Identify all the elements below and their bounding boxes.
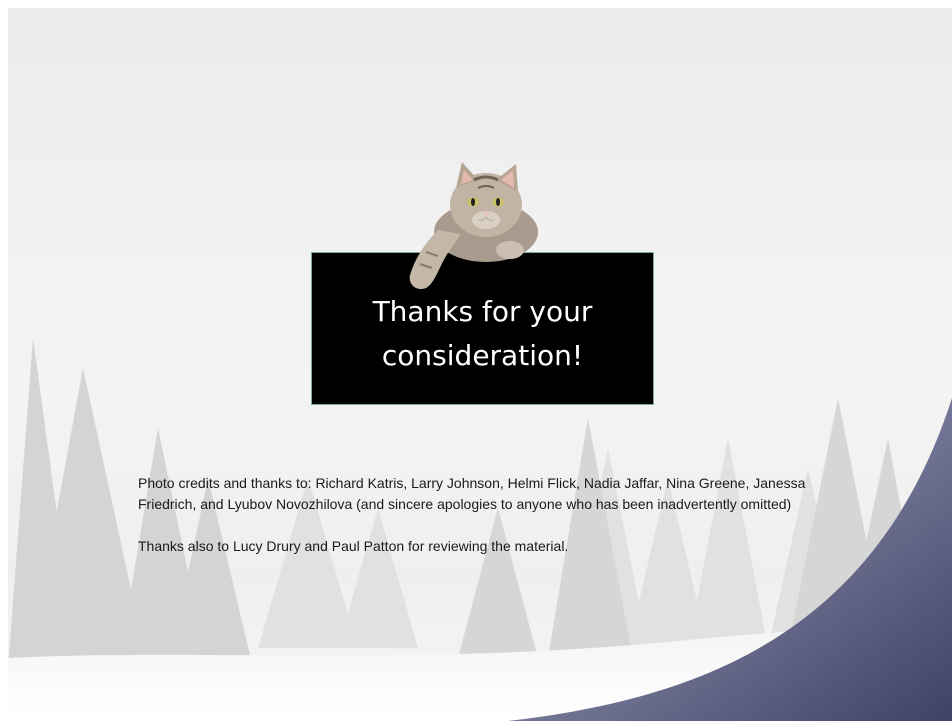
cat-icon [409, 162, 538, 290]
slide: Thanks for your consideration! Photo cre… [0, 0, 952, 721]
credits-text-block: Photo credits and thanks to: Richard Kat… [138, 473, 838, 557]
photo-credits: Photo credits and thanks to: Richard Kat… [138, 475, 806, 512]
reviewers-thanks: Thanks also to Lucy Drury and Paul Patto… [138, 538, 569, 554]
sign-message: Thanks for your consideration! [372, 294, 593, 372]
